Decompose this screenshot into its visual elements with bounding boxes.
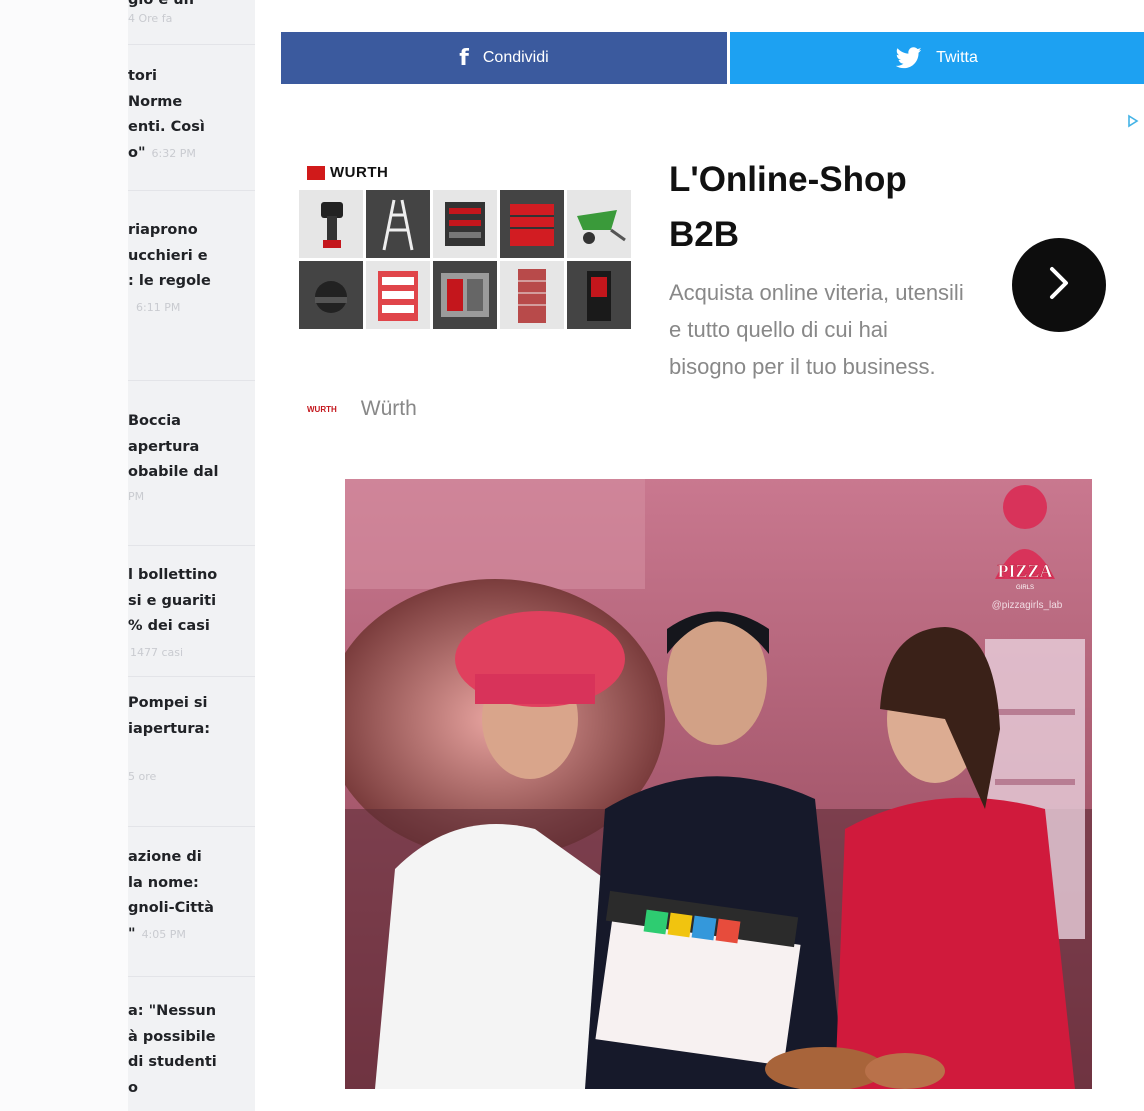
wurth-small-logo: WURTH xyxy=(307,404,337,414)
sidebar-news-item[interactable]: gio e un 4 Ore fa xyxy=(128,0,248,32)
tool-cabinet-product-image xyxy=(500,190,564,258)
article-photo: PIZZA GIRLS @pizzagirls_lab xyxy=(345,479,1092,1089)
divider xyxy=(128,976,255,977)
instagram-handle: @pizzagirls_lab xyxy=(992,600,1063,611)
twitter-bird-icon xyxy=(896,47,922,69)
page-gutter xyxy=(0,0,128,1111)
helmet-product-image xyxy=(299,261,363,329)
divider xyxy=(128,545,255,546)
chevron-right-icon xyxy=(1044,263,1074,308)
sidebar-news-item[interactable]: a: "Nessun à possibile di studenti o xyxy=(128,999,248,1101)
advertisement-card[interactable]: WURTH L'Online-Shop B2B Acquista online … xyxy=(283,108,1144,458)
pizza-girls-logo-text: PIZZA xyxy=(997,561,1052,581)
wurth-logo-mark xyxy=(307,165,325,180)
sidebar-news-item[interactable]: tori Norme enti. Così o" 6:32 PM xyxy=(128,64,248,166)
divider xyxy=(128,44,255,45)
brand-logo: WURTH xyxy=(307,164,388,181)
ad-description: Acquista online viteria, utensili e tutt… xyxy=(669,280,964,379)
timestamp: 1477 casi xyxy=(130,645,184,659)
storage-rack-product-image xyxy=(500,261,564,329)
divider xyxy=(128,676,255,677)
tool-case-product-image xyxy=(433,190,497,258)
facebook-icon: f xyxy=(459,45,469,71)
sidebar-news-item[interactable]: Boccia apertura obabile dal PM xyxy=(128,409,248,510)
sidebar-news-item[interactable]: azione di la nome: gnoli-Città " 4:05 PM xyxy=(128,845,248,947)
divider xyxy=(128,190,255,191)
ad-title: L'Online-Shop B2B xyxy=(669,160,907,254)
sidebar-news-item[interactable]: riaprono ucchieri e : le regole 6:11 PM xyxy=(128,218,248,321)
wheelbarrow-product-image xyxy=(567,190,631,258)
adchoices-icon[interactable] xyxy=(1126,114,1140,131)
timestamp: PM xyxy=(128,489,145,503)
product-grid xyxy=(299,190,631,329)
sidebar-news-item[interactable]: l bollettino si e guariti % dei casi 147… xyxy=(128,563,248,666)
timestamp: 5 ore xyxy=(128,770,157,783)
shelving-product-image xyxy=(366,261,430,329)
twitter-share-button[interactable]: Twitta xyxy=(730,32,1144,84)
advertiser-attribution: WURTH Würth xyxy=(307,397,417,421)
divider xyxy=(128,826,255,827)
ad-open-button[interactable] xyxy=(1012,238,1106,332)
dispenser-product-image xyxy=(567,261,631,329)
facebook-share-button[interactable]: f Condividi xyxy=(281,32,727,84)
sidebar-news-list: gio e un 4 Ore fa tori Norme enti. Così … xyxy=(128,0,255,1111)
timestamp: 6:11 PM xyxy=(136,300,181,314)
ladder-product-image xyxy=(366,190,430,258)
pizza-girls-logo-subtext: GIRLS xyxy=(1016,585,1034,591)
drill-product-image xyxy=(299,190,363,258)
sidebar-news-item[interactable]: Pompei si iapertura: 5 ore xyxy=(128,691,248,790)
timestamp: 6:32 PM xyxy=(151,146,196,160)
divider xyxy=(128,380,255,381)
advertiser-name: Würth xyxy=(360,397,417,420)
van-interior-product-image xyxy=(433,261,497,329)
timestamp: 4:05 PM xyxy=(141,927,186,941)
